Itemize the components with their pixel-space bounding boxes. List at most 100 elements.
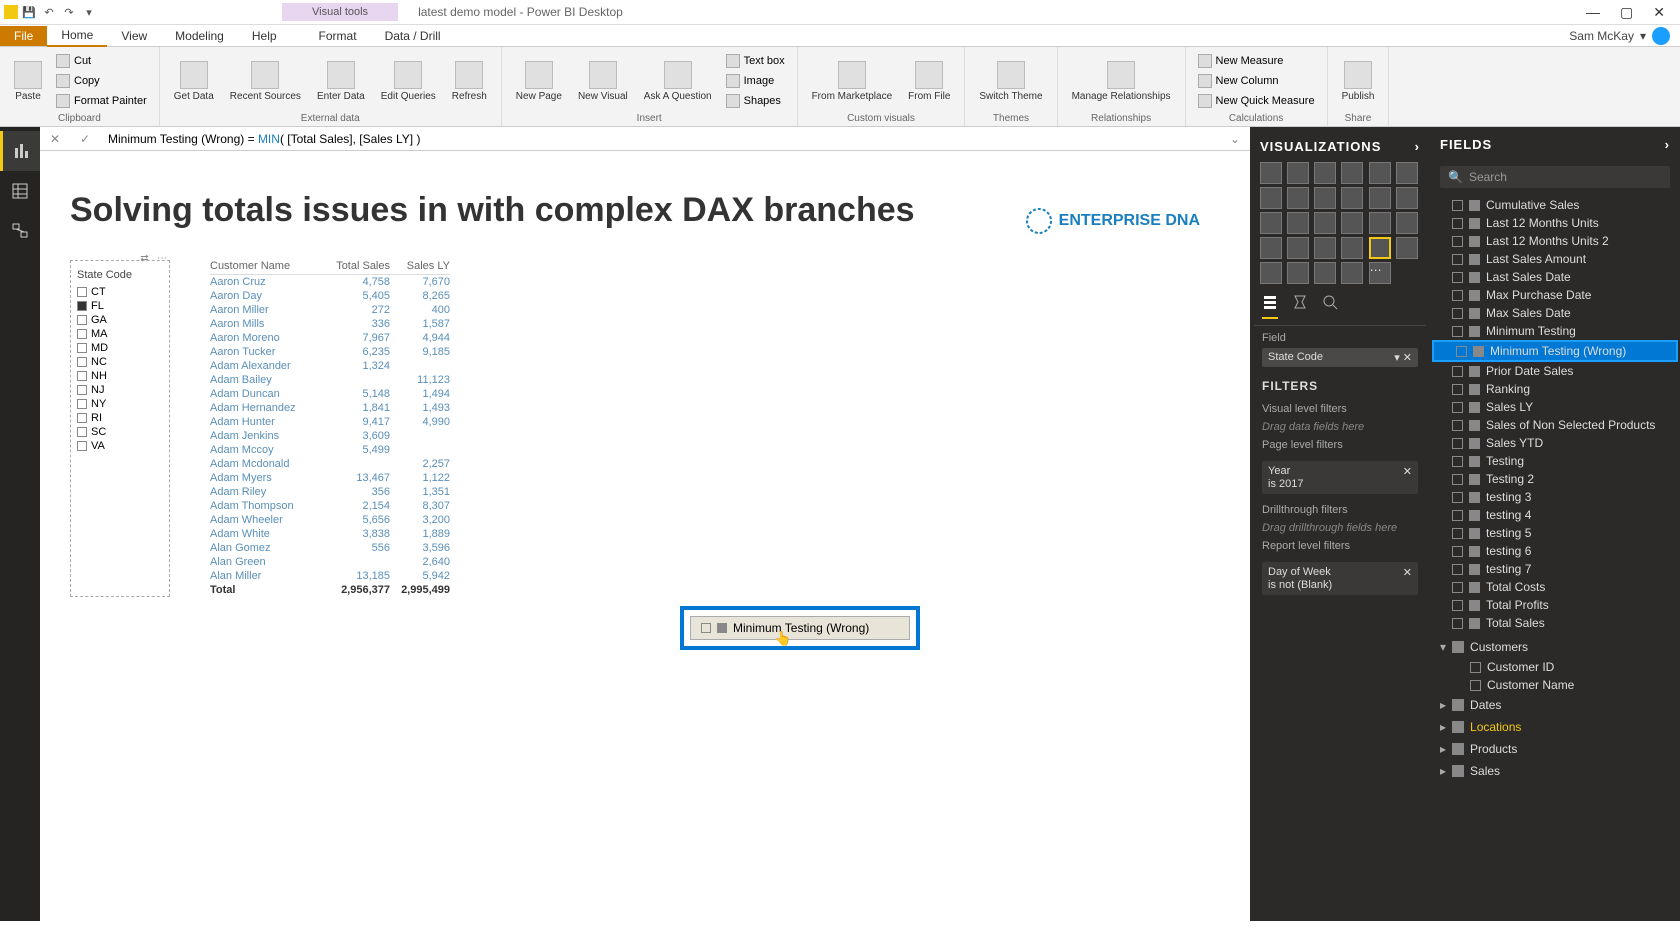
- user-area[interactable]: Sam McKay ▾: [1569, 27, 1680, 45]
- field-item[interactable]: Sales of Non Selected Products: [1430, 416, 1680, 434]
- switch-theme-button[interactable]: Switch Theme: [973, 59, 1048, 104]
- fields-search[interactable]: 🔍Search: [1440, 166, 1670, 188]
- cut-button[interactable]: Cut: [52, 52, 151, 70]
- field-item[interactable]: testing 4: [1430, 506, 1680, 524]
- modeling-tab[interactable]: Modeling: [161, 26, 238, 46]
- maximize-button[interactable]: ▢: [1620, 4, 1633, 21]
- report-view-button[interactable]: [0, 131, 40, 171]
- format-tab[interactable]: Format: [305, 26, 371, 46]
- table-row[interactable]: Adam Hernandez1,8411,493: [210, 401, 450, 415]
- card-viz[interactable]: [1287, 237, 1309, 259]
- table-row[interactable]: Adam Mcdonald2,257: [210, 457, 450, 471]
- slicer-header-icons[interactable]: ⇄ ⋯: [140, 253, 167, 264]
- field-item[interactable]: Last 12 Months Units 2: [1430, 232, 1680, 250]
- datadrill-tab[interactable]: Data / Drill: [371, 26, 455, 46]
- line-clustered-viz[interactable]: [1287, 187, 1309, 209]
- table-row[interactable]: Aaron Tucker6,2359,185: [210, 345, 450, 359]
- field-item[interactable]: Minimum Testing: [1430, 322, 1680, 340]
- table-row[interactable]: Adam Hunter9,4174,990: [210, 415, 450, 429]
- shapes-button[interactable]: Shapes: [722, 92, 789, 110]
- dow-filter-card[interactable]: Day of Week✕ is not (Blank): [1262, 562, 1418, 595]
- pie-viz[interactable]: [1260, 212, 1282, 234]
- custom-viz[interactable]: [1341, 262, 1363, 284]
- table-row[interactable]: Adam Myers13,4671,122: [210, 471, 450, 485]
- table-row[interactable]: Adam Bailey11,123: [210, 373, 450, 387]
- close-button[interactable]: ✕: [1653, 4, 1665, 21]
- table-row[interactable]: Adam Riley3561,351: [210, 485, 450, 499]
- image-button[interactable]: Image: [722, 72, 789, 90]
- table-row[interactable]: Aaron Cruz4,7587,670: [210, 275, 450, 289]
- slicer-item[interactable]: RI: [77, 411, 163, 425]
- table-row[interactable]: Alan Gomez5563,596: [210, 541, 450, 555]
- report-canvas[interactable]: Solving totals issues in with complex DA…: [40, 151, 1250, 921]
- treemap-viz[interactable]: [1314, 212, 1336, 234]
- manage-relationships-button[interactable]: Manage Relationships: [1066, 59, 1177, 104]
- slicer-item[interactable]: GA: [77, 313, 163, 327]
- table-row[interactable]: Adam Jenkins3,609: [210, 429, 450, 443]
- enter-data-button[interactable]: Enter Data: [311, 59, 371, 104]
- slicer-item[interactable]: FL: [77, 299, 163, 313]
- field-item[interactable]: testing 6: [1430, 542, 1680, 560]
- field-item[interactable]: Last 12 Months Units: [1430, 214, 1680, 232]
- qat-dropdown-icon[interactable]: ▾: [80, 3, 98, 21]
- analytics-tab-icon[interactable]: [1322, 294, 1338, 319]
- copy-button[interactable]: Copy: [52, 72, 151, 90]
- filled-map-viz[interactable]: [1369, 212, 1391, 234]
- new-column-button[interactable]: New Column: [1194, 72, 1319, 90]
- table-row[interactable]: Aaron Mills3361,587: [210, 317, 450, 331]
- py-viz[interactable]: [1314, 262, 1336, 284]
- table-row[interactable]: Adam Thompson2,1548,307: [210, 499, 450, 513]
- field-item[interactable]: Last Sales Amount: [1430, 250, 1680, 268]
- column-item[interactable]: Customer Name: [1430, 676, 1680, 694]
- stacked-bar-viz[interactable]: [1260, 162, 1282, 184]
- state-code-slicer[interactable]: ⇄ ⋯ State Code CTFLGAMAMDNCNHNJNYRISCVA: [70, 260, 170, 597]
- field-item[interactable]: Ranking: [1430, 380, 1680, 398]
- field-item[interactable]: Cumulative Sales: [1430, 196, 1680, 214]
- table-row[interactable]: Adam Wheeler5,6563,200: [210, 513, 450, 527]
- map-viz[interactable]: [1341, 212, 1363, 234]
- viz-header[interactable]: VISUALIZATIONS›: [1254, 135, 1426, 158]
- new-quick-measure-button[interactable]: New Quick Measure: [1194, 92, 1319, 110]
- slicer-item[interactable]: SC: [77, 425, 163, 439]
- slicer-item[interactable]: NJ: [77, 383, 163, 397]
- area-viz[interactable]: [1396, 162, 1418, 184]
- field-item[interactable]: Total Sales: [1430, 614, 1680, 632]
- slicer-item[interactable]: NC: [77, 355, 163, 369]
- slicer-item[interactable]: CT: [77, 285, 163, 299]
- slicer-viz[interactable]: [1369, 237, 1391, 259]
- matrix-viz[interactable]: [1260, 262, 1282, 284]
- refresh-button[interactable]: Refresh: [446, 59, 493, 104]
- table-row[interactable]: Alan Miller13,1855,942: [210, 569, 450, 583]
- field-item[interactable]: testing 7: [1430, 560, 1680, 578]
- fields-header[interactable]: FIELDS›: [1430, 127, 1680, 162]
- ask-question-button[interactable]: Ask A Question: [638, 59, 718, 104]
- stacked-area-viz[interactable]: [1260, 187, 1282, 209]
- slicer-item[interactable]: VA: [77, 439, 163, 453]
- get-data-button[interactable]: Get Data: [168, 59, 220, 104]
- recent-sources-button[interactable]: Recent Sources: [224, 59, 307, 104]
- dtf-drop[interactable]: Drag drillthrough fields here: [1262, 518, 1418, 538]
- line-viz[interactable]: [1369, 162, 1391, 184]
- redo-icon[interactable]: ↷: [60, 3, 78, 21]
- new-page-button[interactable]: New Page: [510, 59, 568, 104]
- slicer-item[interactable]: NY: [77, 397, 163, 411]
- vlf-drop[interactable]: Drag data fields here: [1262, 417, 1418, 437]
- textbox-button[interactable]: Text box: [722, 52, 789, 70]
- model-view-button[interactable]: [0, 211, 40, 251]
- field-item[interactable]: Testing 2: [1430, 470, 1680, 488]
- formula-input[interactable]: Minimum Testing (Wrong) = MIN( [Total Sa…: [100, 132, 1220, 146]
- save-icon[interactable]: 💾: [20, 3, 38, 21]
- help-tab[interactable]: Help: [238, 26, 291, 46]
- clustered-bar-viz[interactable]: [1287, 162, 1309, 184]
- funnel-viz[interactable]: [1396, 212, 1418, 234]
- table-row[interactable]: Aaron Moreno7,9674,944: [210, 331, 450, 345]
- slicer-item[interactable]: MD: [77, 341, 163, 355]
- field-item[interactable]: Total Costs: [1430, 578, 1680, 596]
- line-stacked-viz[interactable]: [1314, 187, 1336, 209]
- table-row[interactable]: Adam Mccoy5,499: [210, 443, 450, 457]
- table-row[interactable]: Adam Alexander1,324: [210, 359, 450, 373]
- column-item[interactable]: Customer ID: [1430, 658, 1680, 676]
- remove-filter-icon[interactable]: ✕: [1403, 566, 1412, 579]
- field-item[interactable]: Sales LY: [1430, 398, 1680, 416]
- r-viz[interactable]: [1287, 262, 1309, 284]
